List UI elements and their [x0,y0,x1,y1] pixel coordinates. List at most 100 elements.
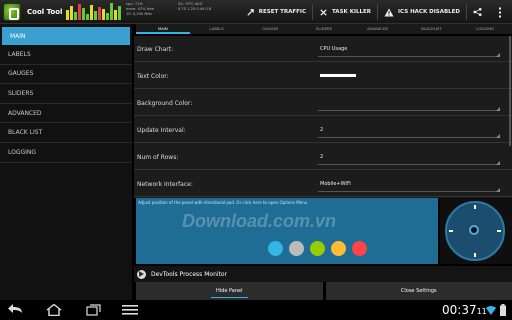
tab-gauges[interactable]: GAUGES [243,24,297,34]
text-color-swatch[interactable] [320,74,356,77]
setting-label: Num of Rows: [137,154,179,161]
sidebar-item-gauges[interactable]: GAUGES [0,65,132,85]
sidebar-item-black-list[interactable]: BLACK LIST [0,123,132,143]
menu-icon[interactable] [122,305,138,315]
dpad-up-tick [474,205,476,209]
num-rows-value: 2 [320,154,324,160]
setting-label: Background Color: [137,100,193,107]
tab-labels[interactable]: LABELS [190,24,244,34]
setting-draw-chart[interactable]: Draw Chart: CPU Usage [134,36,512,62]
tab-main[interactable]: MAIN [136,24,190,34]
sidebar-item-logging[interactable]: LOGGING [0,143,132,163]
overflow-menu-button[interactable] [492,0,512,24]
app-title: Cool Tool [27,8,63,16]
tab-logging[interactable]: LOGGING [458,24,512,34]
sidebar-item-label: LABELS [8,50,31,58]
setting-text-color[interactable]: Text Color: [134,63,512,89]
sidebar-item-label: BLACK LIST [8,129,43,137]
monitor-line: mem: 47% free [126,7,154,11]
app-icon[interactable] [3,3,21,21]
process-monitor-label: DevTools Process Monitor [151,270,228,278]
cpu-monitor-widget: cpu: 71% mem: 47% free 10: 4,200 MHz 52:… [66,1,240,23]
dpad-right-tick [497,230,501,232]
sidebar-item-sliders[interactable]: SLIDERS [0,84,132,104]
overflow-menu-icon [499,7,501,17]
sidebar-item-labels[interactable]: LABELS [0,45,132,65]
back-icon[interactable] [8,304,24,316]
tab-strip: MAIN LABELS GAUGES SLIDERS ADVANCED BLAC… [136,24,512,34]
monitor-line: 0.75 1.25 0.44 0.8 [178,7,212,11]
setting-update-interval[interactable]: Update Interval: 2 [134,117,512,143]
monitor-line: cpu: 71% [126,2,143,6]
sidebar-item-label: MAIN [10,32,26,40]
ics-hack-button[interactable]: ICS HACK DISABLED [378,0,466,24]
warning-icon [384,8,394,16]
color-dot-orange[interactable] [331,241,346,256]
share-icon [473,7,482,17]
monitor-line: 10: 4,200 MHz [126,12,153,16]
reset-traffic-button[interactable]: RESET TRAFFIC [240,0,312,24]
setting-label: Network Interface: [137,181,193,188]
color-dot-green[interactable] [310,241,325,256]
directional-pad-area [440,198,512,264]
update-interval-value: 2 [320,127,324,133]
scrollbar[interactable] [509,36,511,146]
directional-pad[interactable] [445,201,505,261]
watermark-text: Download.com.vn [182,211,337,231]
action-bar: Cool Tool cpu: 71% mem: 47% free 10: 4,2… [0,0,512,24]
action-buttons: RESET TRAFFIC TASK KILLER ICS HACK DISAB… [240,0,512,24]
settings-panel: Draw Chart: CPU Usage Text Color: Backgr… [134,36,512,198]
network-interface-spinner[interactable] [318,188,500,192]
dpad-knob[interactable] [469,225,479,235]
dpad-down-tick [474,253,476,257]
update-interval-spinner[interactable] [318,134,500,138]
tab-blacklist[interactable]: BLACKLIST [405,24,459,34]
setting-background-color[interactable]: Background Color: [134,90,512,116]
sidebar: MAIN LABELS GAUGES SLIDERS ADVANCED BLAC… [0,24,132,300]
draw-chart-value: CPU Usage [320,46,348,52]
wifi-icon [486,306,496,315]
battery-icon [500,304,506,316]
sidebar-item-label: GAUGES [8,70,34,78]
cpu-bars [66,2,122,20]
dpad-left-tick [449,230,453,232]
preview-hint[interactable]: Adjust position of the panel with direct… [138,200,307,205]
close-settings-button[interactable]: Close Settings [325,282,512,300]
monitor-line: 52: 79°C AVG [178,2,203,6]
tab-sliders[interactable]: SLIDERS [297,24,351,34]
bottom-buttons: Hide Panel Close Settings [136,282,512,300]
setting-label: Draw Chart: [137,46,174,53]
setting-label: Text Color: [137,73,169,80]
setting-network-interface[interactable]: Network Interface: Mobile+WiFi [134,171,512,197]
color-dot-red[interactable] [352,241,367,256]
reset-icon [247,8,254,16]
ics-hack-label: ICS HACK DISABLED [398,9,460,15]
process-monitor-row[interactable]: DevTools Process Monitor [134,266,512,282]
setting-num-rows[interactable]: Num of Rows: 2 [134,144,512,170]
setting-label: Update Interval: [137,127,186,134]
color-dot-gray[interactable] [289,241,304,256]
background-color-spinner[interactable] [318,107,500,111]
sidebar-item-label: ADVANCED [8,109,42,117]
home-icon[interactable] [46,304,62,316]
num-rows-spinner[interactable] [318,161,500,165]
sidebar-item-advanced[interactable]: ADVANCED [0,104,132,124]
sidebar-item-label: LOGGING [8,148,37,156]
tab-advanced[interactable]: ADVANCED [351,24,405,34]
system-bar: 00:3711 [0,300,512,320]
sidebar-item-label: SLIDERS [8,89,34,97]
draw-chart-spinner[interactable] [318,53,500,57]
status-clock[interactable]: 00:3711 [442,303,487,317]
share-button[interactable] [467,0,492,24]
clock-time: 00:37 [442,303,477,317]
color-dots [268,241,367,256]
task-killer-button[interactable]: TASK KILLER [313,0,377,24]
color-dot-blue[interactable] [268,241,283,256]
hide-panel-button[interactable]: Hide Panel [136,282,323,300]
close-icon [320,8,327,16]
recent-apps-icon[interactable] [86,304,102,316]
network-interface-value: Mobile+WiFi [320,181,351,187]
panel-preview[interactable]: Adjust position of the panel with direct… [136,198,438,264]
task-killer-label: TASK KILLER [331,9,372,15]
sidebar-item-main[interactable]: MAIN [2,27,130,45]
